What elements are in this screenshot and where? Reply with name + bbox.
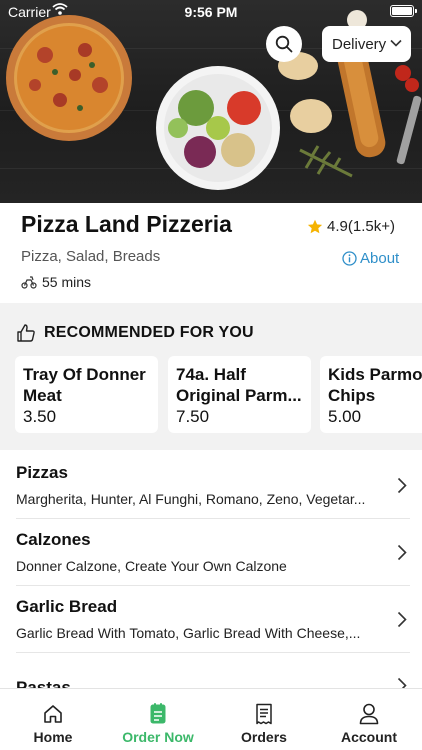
chevron-right-icon (397, 677, 407, 688)
recommended-item-card[interactable]: Kids Parmo With Chips 5.00 (320, 356, 422, 433)
thumbs-up-icon (17, 324, 35, 342)
recommended-item-price: 5.00 (328, 407, 362, 426)
divider (16, 652, 410, 653)
tab-label: Account (341, 729, 397, 745)
tab-label: Order Now (122, 729, 194, 745)
chevron-down-icon (390, 39, 402, 47)
divider (16, 518, 410, 519)
category-row-calzones[interactable]: Calzones Donner Calzone, Create Your Own… (0, 520, 422, 586)
about-link[interactable]: About (342, 250, 399, 267)
category-name: Garlic Bread (16, 597, 118, 616)
recommended-item-card[interactable]: 74a. Half Original Parm... 7.50 (168, 356, 311, 433)
category-name: Pizzas (16, 463, 68, 482)
category-items: Margherita, Hunter, Al Funghi, Romano, Z… (16, 491, 366, 507)
recommended-item-price: 7.50 (176, 407, 210, 426)
category-name: Pastas (16, 678, 71, 688)
star-icon (307, 219, 323, 233)
search-icon (275, 35, 293, 53)
about-label: About (360, 250, 400, 267)
divider (16, 585, 410, 586)
info-icon (342, 251, 357, 266)
category-row-garlic-bread[interactable]: Garlic Bread Garlic Bread With Tomato, G… (0, 587, 422, 653)
status-bar: Carrier 9:56 PM (0, 0, 422, 22)
tab-home[interactable]: Home (23, 689, 83, 750)
recommended-section: RECOMMENDED FOR YOU Tray Of Donner Meat … (0, 303, 422, 450)
category-row-pizzas[interactable]: Pizzas Margherita, Hunter, Al Funghi, Ro… (0, 453, 422, 519)
recommended-item-name: 74a. Half Original Parm... (176, 365, 302, 405)
hero-banner: Carrier 9:56 PM Delivery (0, 0, 422, 203)
tab-label: Orders (241, 729, 287, 745)
tab-orders[interactable]: Orders (234, 689, 294, 750)
scooter-icon (21, 276, 37, 289)
recommended-heading: RECOMMENDED FOR YOU (16, 323, 254, 343)
order-icon (150, 703, 166, 724)
rating-value: 4.9(1.5k+) (327, 218, 395, 235)
battery-icon (390, 5, 417, 17)
category-items: Donner Calzone, Create Your Own Calzone (16, 558, 287, 574)
category-name: Calzones (16, 530, 91, 549)
recommended-item-name: Tray Of Donner Meat (23, 365, 146, 405)
bottom-tab-bar: Home Order Now Orders Account (0, 688, 422, 750)
chevron-right-icon (397, 477, 407, 494)
recommended-item-name: Kids Parmo With Chips (328, 365, 422, 405)
eta-value: 55 mins (42, 274, 92, 290)
restaurant-cuisine: Pizza, Salad, Breads (21, 248, 161, 265)
status-time: 9:56 PM (184, 4, 238, 20)
category-items: Garlic Bread With Tomato, Garlic Bread W… (16, 625, 361, 641)
recommended-item-card[interactable]: Tray Of Donner Meat 3.50 (15, 356, 158, 433)
chevron-right-icon (397, 611, 407, 628)
delivery-mode-dropdown[interactable]: Delivery (322, 26, 411, 62)
delivery-eta: 55 mins (21, 274, 91, 290)
restaurant-name: Pizza Land Pizzeria (21, 211, 232, 237)
home-icon (44, 705, 62, 723)
category-row-pastas[interactable]: Pastas (0, 667, 422, 688)
chevron-right-icon (397, 544, 407, 561)
tab-label: Home (33, 729, 73, 745)
search-button[interactable] (266, 26, 302, 62)
delivery-mode-label: Delivery (332, 35, 387, 53)
receipt-icon (256, 703, 272, 725)
tab-order-now[interactable]: Order Now (116, 689, 200, 750)
user-icon (359, 703, 379, 725)
tab-account[interactable]: Account (339, 689, 399, 750)
recommended-title: RECOMMENDED FOR YOU (44, 324, 254, 341)
restaurant-rating: 4.9(1.5k+) (307, 218, 395, 235)
recommended-item-price: 3.50 (23, 407, 57, 426)
